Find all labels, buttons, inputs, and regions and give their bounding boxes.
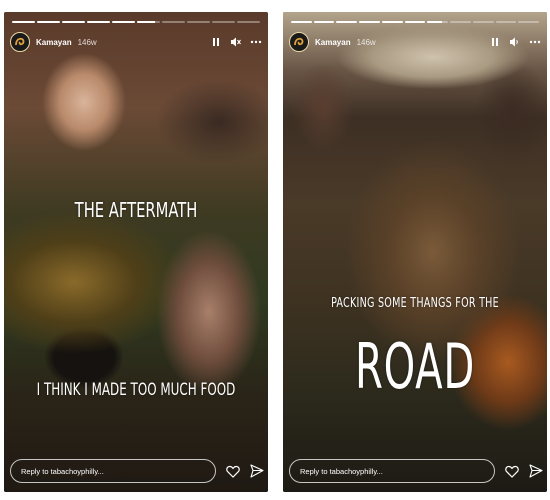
progress-segment: [381, 21, 403, 23]
pause-icon[interactable]: [489, 36, 501, 48]
progress-segment: [427, 21, 449, 23]
more-icon[interactable]: [529, 36, 541, 48]
story-photo: [4, 12, 268, 492]
progress-segment: [187, 21, 210, 23]
reply-input[interactable]: Reply to tabachoyphilly...: [10, 459, 216, 483]
progress-segment: [450, 21, 471, 23]
heart-icon[interactable]: [226, 463, 240, 479]
timestamp: 146w: [356, 37, 376, 47]
progress-segment: [12, 21, 35, 23]
progress-segment: [336, 21, 358, 23]
progress-segment: [404, 21, 426, 23]
mute-icon[interactable]: [230, 36, 242, 48]
progress-segment: [112, 21, 135, 23]
reply-input[interactable]: Reply to tabachoyphilly...: [289, 459, 495, 483]
caption-line-2: ROAD: [354, 330, 475, 403]
progress-segment: [162, 21, 185, 23]
avatar-icon[interactable]: [10, 32, 30, 52]
timestamp: 146w: [77, 37, 97, 47]
story-progress-bar: [291, 21, 540, 23]
progress-segment: [495, 21, 517, 23]
reply-bar: Reply to tabachoyphilly...: [289, 458, 543, 484]
caption-line-1: PACKING SOME THANGS FOR THE: [331, 296, 499, 311]
story-viewer-left[interactable]: Kamayan 146w THE AFTERMATH I THINK I MAD…: [4, 12, 268, 492]
story-header: Kamayan 146w: [10, 31, 262, 53]
pause-icon[interactable]: [210, 36, 222, 48]
story-header: Kamayan 146w: [289, 31, 541, 53]
avatar-icon[interactable]: [289, 32, 309, 52]
progress-segment: [62, 21, 85, 23]
send-icon[interactable]: [529, 463, 543, 479]
volume-icon[interactable]: [509, 36, 521, 48]
progress-segment: [237, 21, 260, 23]
reply-bar: Reply to tabachoyphilly...: [10, 458, 264, 484]
caption-line-1: THE AFTERMATH: [74, 198, 198, 222]
heart-icon[interactable]: [505, 463, 519, 479]
story-viewer-right[interactable]: Kamayan 146w PACKING SOME THANGS FOR THE…: [283, 12, 547, 492]
progress-segment: [137, 21, 160, 23]
progress-segment: [87, 21, 110, 23]
progress-segment: [313, 21, 335, 23]
progress-segment: [518, 21, 540, 23]
story-photo: [283, 12, 547, 492]
progress-segment: [291, 21, 312, 23]
username[interactable]: Kamayan: [315, 38, 351, 47]
progress-segment: [359, 21, 380, 23]
send-icon[interactable]: [250, 463, 264, 479]
progress-segment: [472, 21, 494, 23]
more-icon[interactable]: [250, 36, 262, 48]
username[interactable]: Kamayan: [36, 38, 72, 47]
caption-line-2: I THINK I MADE TOO MUCH FOOD: [36, 380, 236, 400]
story-progress-bar: [12, 21, 260, 23]
progress-segment: [212, 21, 235, 23]
progress-segment: [37, 21, 60, 23]
